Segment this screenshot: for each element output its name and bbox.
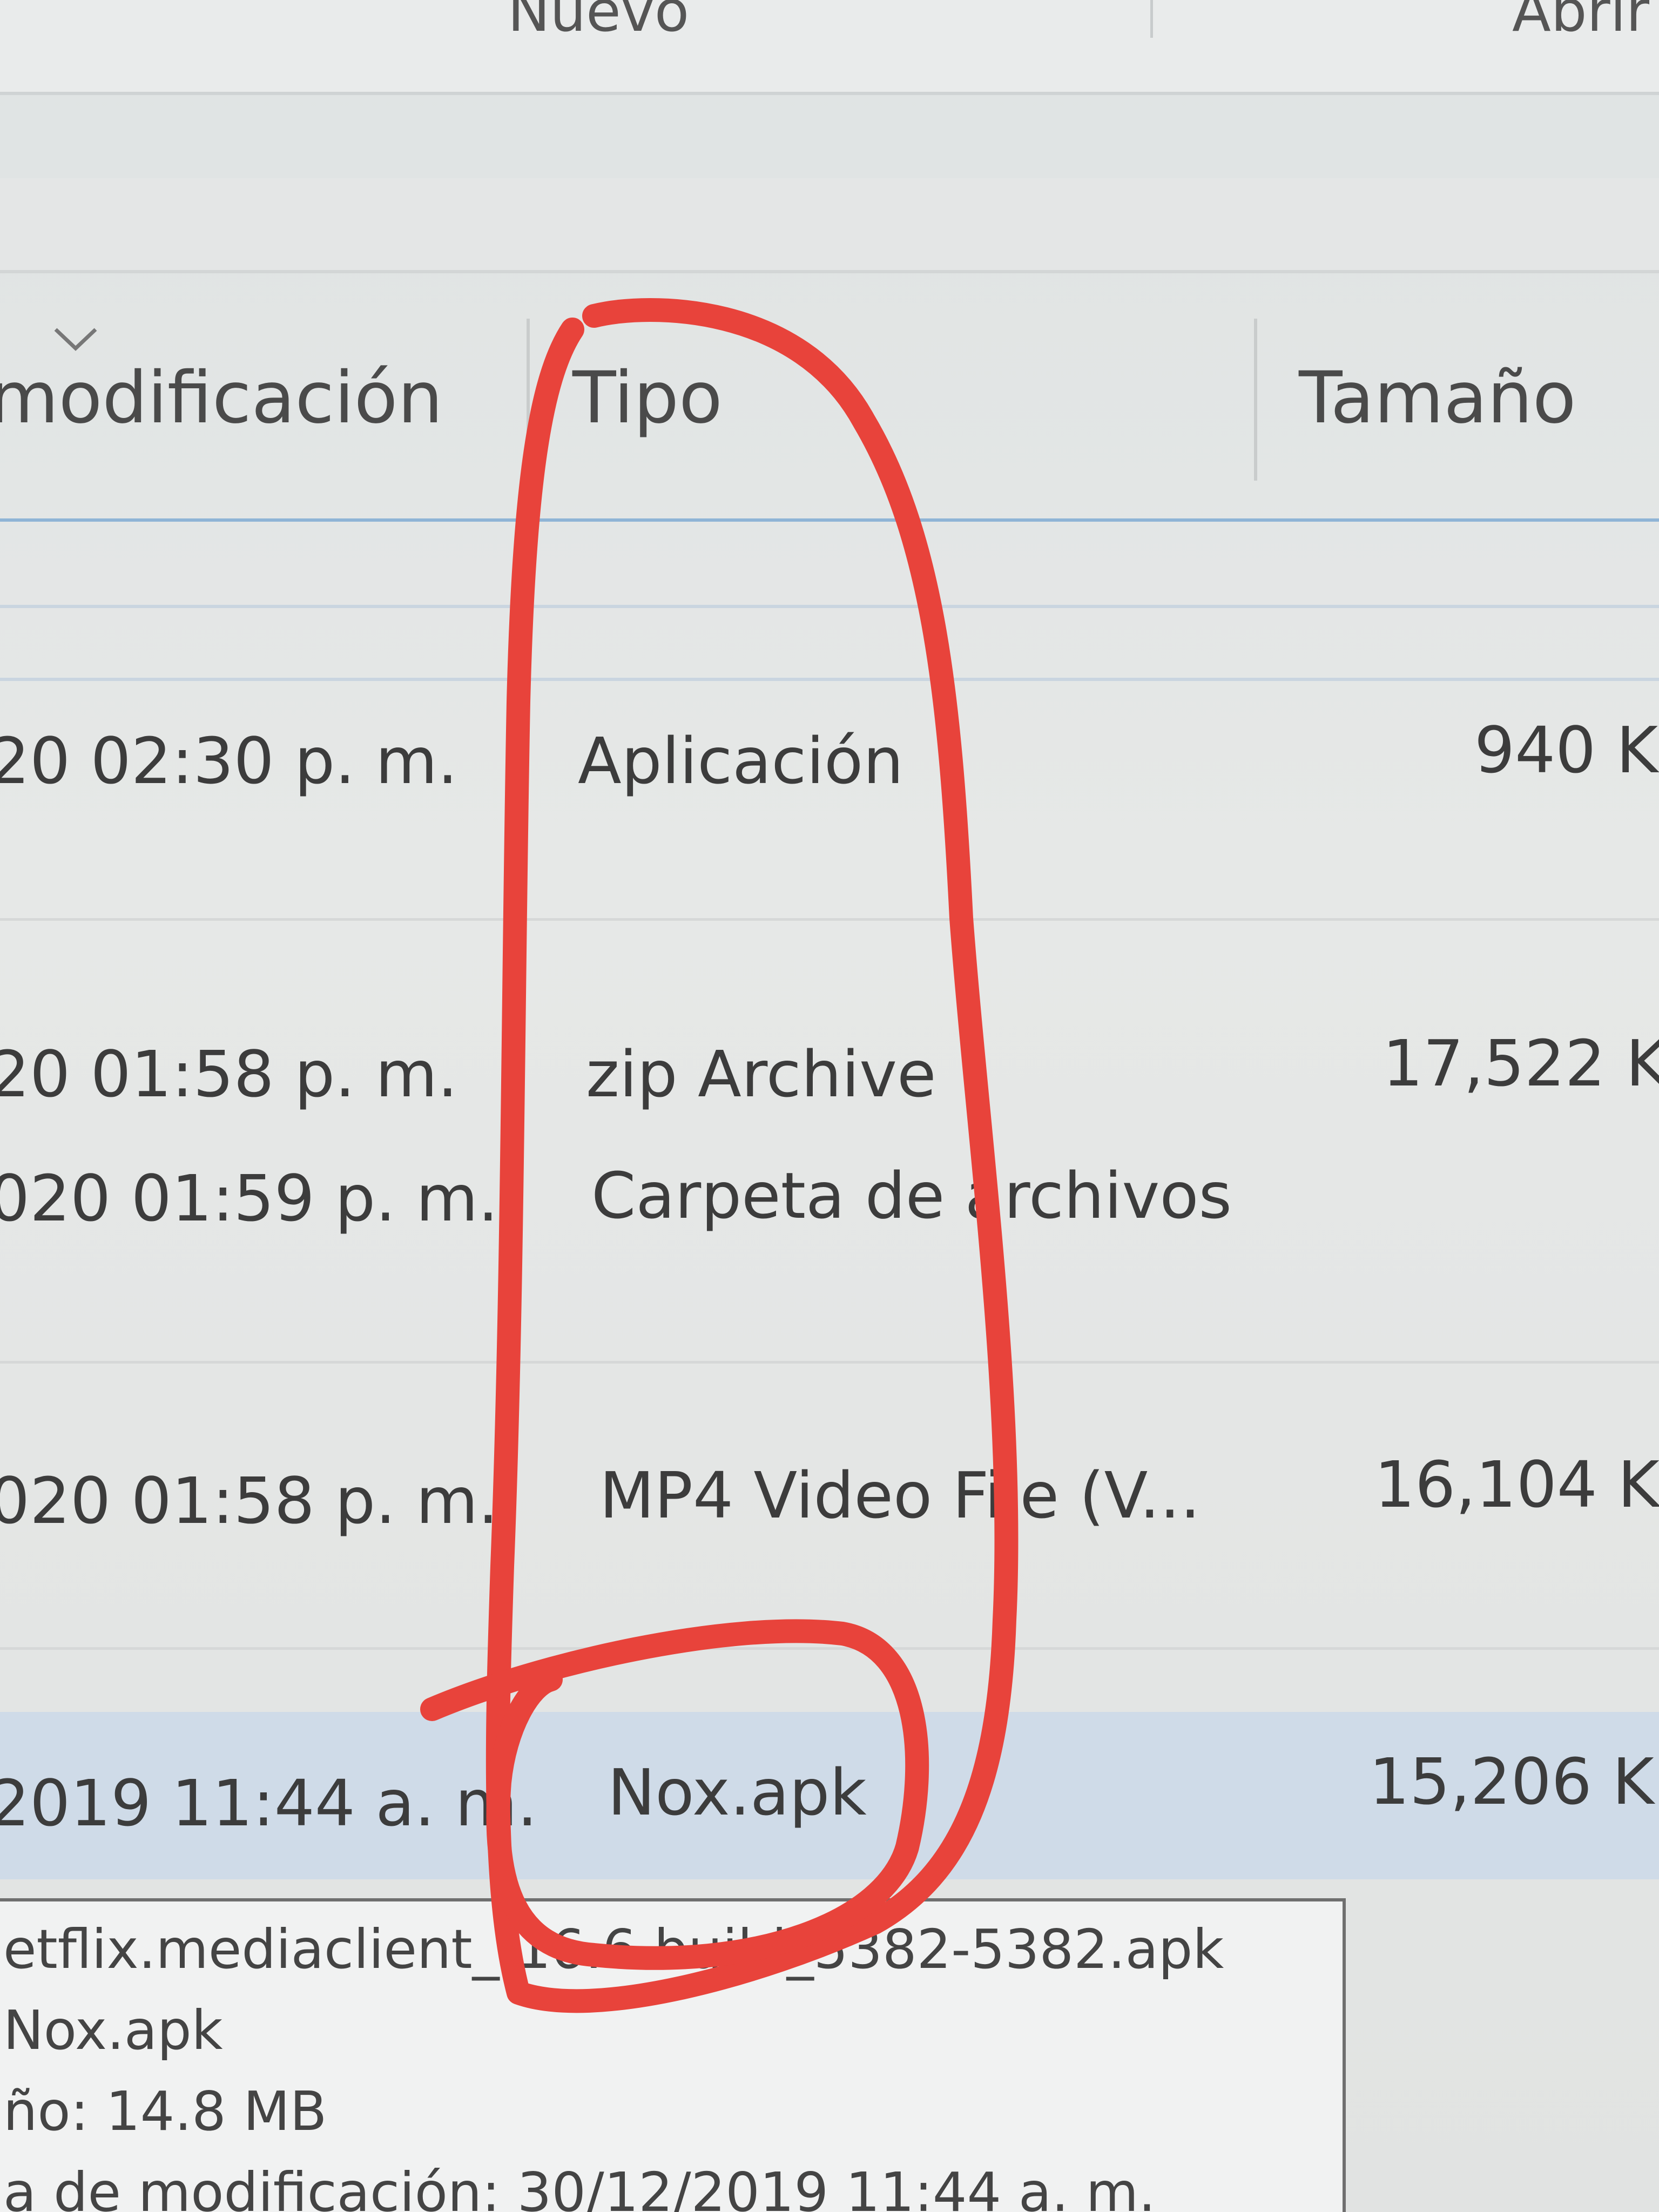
column-type[interactable]: Tipo bbox=[572, 356, 723, 440]
file-row[interactable]: 020 01:59 p. m. Carpeta de archivos bbox=[0, 1150, 1659, 1258]
new-button[interactable]: Nuevo bbox=[508, 0, 689, 44]
tooltip-filename: etflix.mediaclient_ 16.6 build_5382-5382… bbox=[3, 1918, 1224, 1981]
chevron-down-icon[interactable] bbox=[51, 324, 100, 356]
file-row[interactable]: 20 01:58 p. m. zip Archive 17,522 KB bbox=[0, 1026, 1659, 1134]
file-row-selected[interactable]: 2019 11:44 a. m. Nox.apk 15,206 KB bbox=[0, 1712, 1659, 1879]
column-modified[interactable]: modificación bbox=[0, 356, 443, 440]
toolbar-separator bbox=[1150, 0, 1153, 38]
file-row[interactable]: 020 01:58 p. m. MP4 Video File (V... 16,… bbox=[0, 1447, 1659, 1555]
row-modified: 020 01:58 p. m. bbox=[0, 1464, 498, 1538]
tooltip-modified: a de modificación: 30/12/2019 11:44 a. m… bbox=[3, 2161, 1156, 2212]
file-row[interactable]: 20 02:30 p. m. Aplicación 940 KB bbox=[0, 713, 1659, 875]
tooltip-type: Nox.apk bbox=[3, 1999, 223, 2062]
divider bbox=[0, 1361, 1659, 1364]
row-type: zip Archive bbox=[586, 1037, 936, 1111]
column-divider[interactable] bbox=[527, 319, 530, 481]
divider bbox=[0, 1647, 1659, 1650]
open-button[interactable]: Abrir bbox=[1512, 0, 1649, 44]
row-modified: 2019 11:44 a. m. bbox=[0, 1766, 538, 1840]
divider bbox=[0, 918, 1659, 921]
file-explorer-window: Nuevo Abrir modificación Tipo Tamaño 20 … bbox=[0, 0, 1659, 2212]
row-modified: 020 01:59 p. m. bbox=[0, 1161, 498, 1236]
row-type: Carpeta de archivos bbox=[591, 1158, 1232, 1233]
row-type: Aplicación bbox=[578, 724, 904, 798]
column-divider[interactable] bbox=[1254, 319, 1257, 481]
address-band bbox=[0, 178, 1659, 273]
row-size: 16,104 KB bbox=[1374, 1447, 1659, 1522]
tooltip-size: ño: 14.8 MB bbox=[3, 2080, 327, 2143]
column-size[interactable]: Tamaño bbox=[1299, 356, 1576, 440]
row-modified: 20 01:58 p. m. bbox=[0, 1037, 458, 1111]
row-type: Nox.apk bbox=[608, 1755, 867, 1830]
row-modified: 20 02:30 p. m. bbox=[0, 724, 458, 798]
file-tooltip: etflix.mediaclient_ 16.6 build_5382-5382… bbox=[0, 1898, 1346, 2212]
row-size: 940 KB bbox=[1474, 713, 1659, 787]
row-size: 17,522 KB bbox=[1382, 1026, 1659, 1101]
ribbon-toolbar: Nuevo Abrir bbox=[0, 0, 1659, 95]
row-size: 15,206 KB bbox=[1369, 1744, 1659, 1819]
divider bbox=[0, 605, 1659, 608]
divider bbox=[0, 678, 1659, 681]
row-type: MP4 Video File (V... bbox=[599, 1458, 1201, 1533]
